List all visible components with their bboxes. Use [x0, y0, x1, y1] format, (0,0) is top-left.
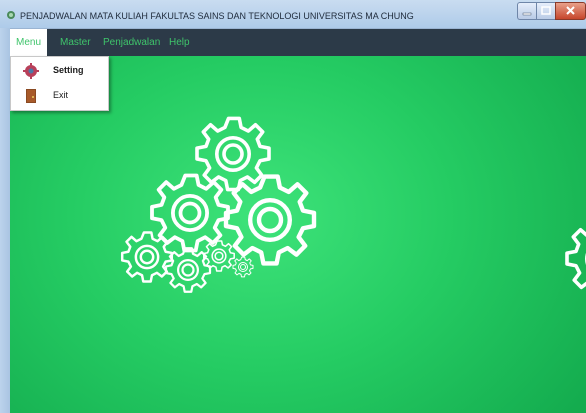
close-button[interactable] [555, 2, 586, 20]
menu-master[interactable]: Master [60, 29, 91, 56]
gear-icon [23, 63, 39, 79]
menu-menu[interactable]: Menu [10, 29, 48, 56]
window-title: PENJADWALAN MATA KULIAH FAKULTAS SAINS D… [20, 11, 414, 21]
maximize-icon [541, 6, 551, 15]
dropdown-item-exit-label: Exit [53, 90, 69, 100]
gear-icon [120, 231, 174, 283]
dropdown-item-setting-label: Setting [53, 65, 84, 75]
gear-icon [203, 240, 235, 272]
maximize-button[interactable] [536, 2, 556, 20]
menu-help[interactable]: Help [169, 29, 190, 56]
gear-icon [232, 256, 254, 278]
dropdown-item-exit[interactable]: Exit [11, 84, 108, 108]
door-icon [26, 89, 36, 103]
close-icon [566, 6, 575, 15]
dropdown-item-setting[interactable]: Setting [11, 59, 108, 83]
app-icon [7, 11, 15, 19]
gear-icon [226, 177, 314, 264]
minimize-icon [522, 12, 532, 16]
minimize-button[interactable] [517, 2, 536, 20]
menu-penjadwalan[interactable]: Penjadwalan [103, 29, 160, 56]
gear-icon [195, 116, 271, 192]
app-window: PENJADWALAN MATA KULIAH FAKULTAS SAINS D… [0, 0, 586, 413]
menu-bar: Menu Master Penjadwalan Help [10, 29, 586, 56]
window-left-border [0, 28, 10, 413]
gear-icon [565, 221, 586, 297]
menu-dropdown: Setting Exit [10, 56, 109, 111]
title-bar: PENJADWALAN MATA KULIAH FAKULTAS SAINS D… [0, 0, 586, 29]
